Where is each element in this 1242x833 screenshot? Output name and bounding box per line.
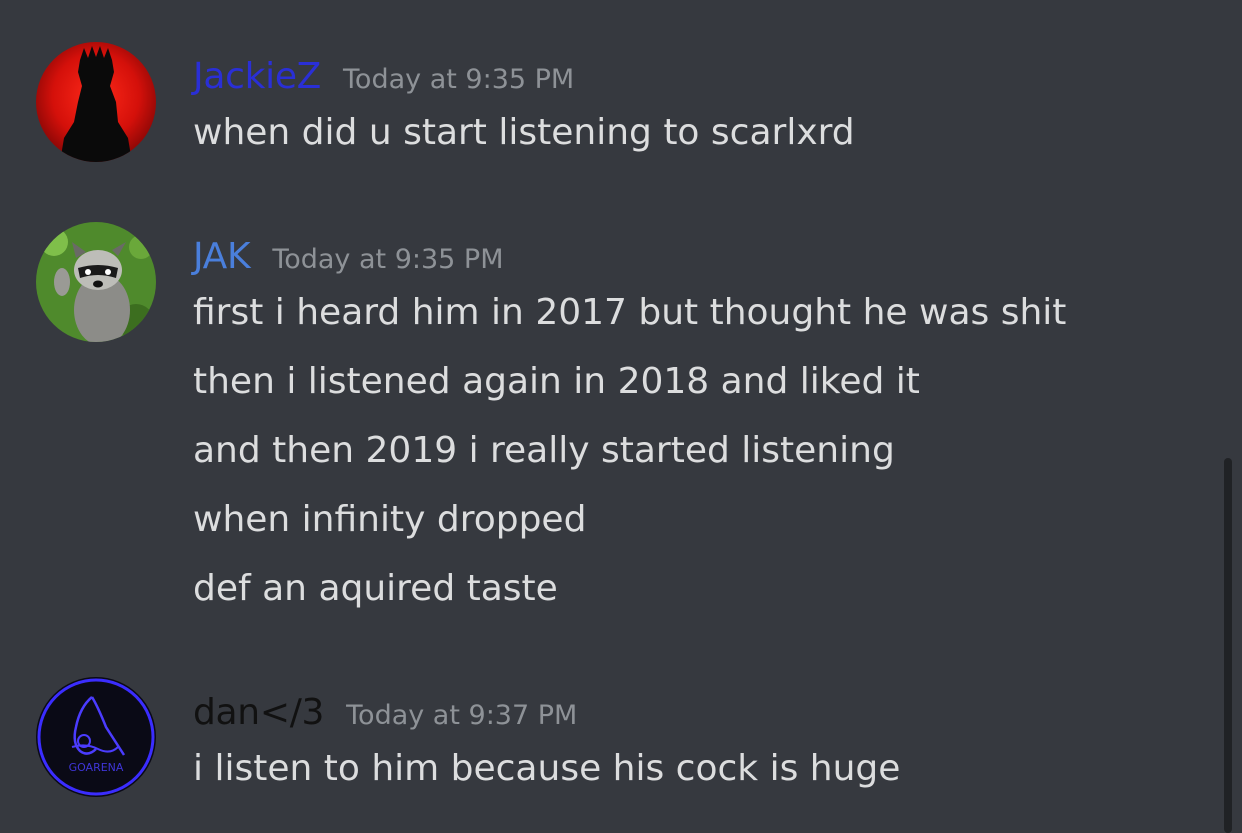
username[interactable]: JAK	[193, 236, 251, 277]
message-text: i listen to him because his cock is huge	[193, 748, 901, 789]
goarena-label: GOARENA	[69, 761, 124, 774]
message-header: dan</3 Today at 9:37 PM	[193, 692, 577, 733]
message-text: and then 2019 i really started listening	[193, 430, 895, 471]
neon-goarena-avatar[interactable]: GOARENA	[36, 677, 156, 797]
red-silhouette-avatar[interactable]	[36, 42, 156, 162]
message-header: JAK Today at 9:35 PM	[193, 236, 504, 277]
username[interactable]: dan</3	[193, 692, 324, 733]
scrollbar[interactable]	[1224, 458, 1232, 833]
chat-messages: JackieZ Today at 9:35 PM when did u start…	[0, 0, 1242, 833]
raccoon-avatar[interactable]	[36, 222, 156, 342]
message-text: when infinity dropped	[193, 499, 587, 540]
timestamp: Today at 9:35 PM	[272, 244, 504, 275]
message-text: first i heard him in 2017 but thought he…	[193, 292, 1067, 333]
message-text: then i listened again in 2018 and liked …	[193, 361, 920, 402]
message-text: when did u start listening to scarlxrd	[193, 112, 855, 153]
username[interactable]: JackieZ	[193, 56, 321, 97]
timestamp: Today at 9:35 PM	[343, 64, 575, 95]
message-header: JackieZ Today at 9:35 PM	[193, 56, 574, 97]
timestamp: Today at 9:37 PM	[346, 700, 578, 731]
message-text: def an aquired taste	[193, 568, 558, 609]
